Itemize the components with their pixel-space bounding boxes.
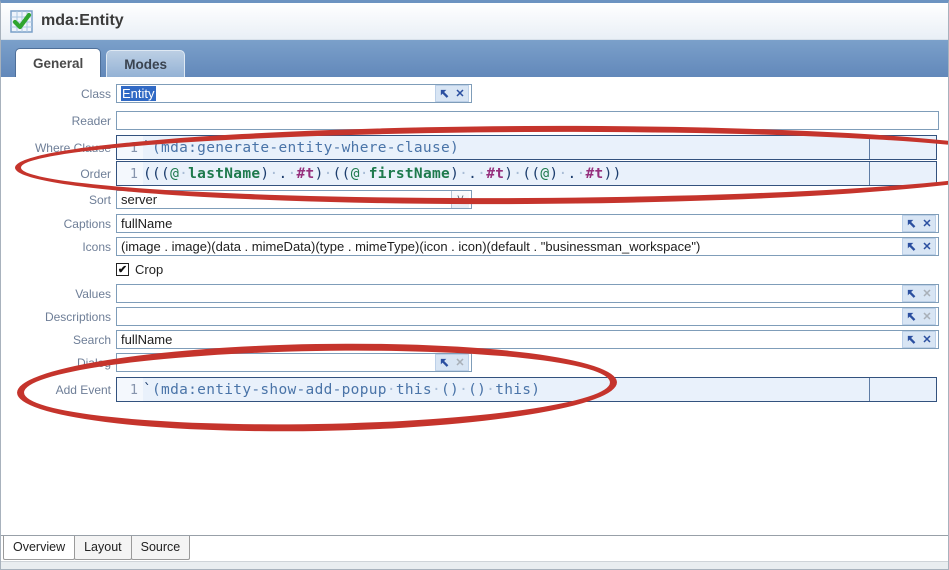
search-input[interactable]: fullName ✕ bbox=[116, 330, 939, 349]
sort-label: Sort bbox=[1, 193, 116, 207]
order-label: Order bbox=[1, 167, 116, 181]
row-crop: Crop bbox=[1, 262, 948, 277]
entity-check-icon bbox=[10, 10, 33, 33]
top-tab-band: General Modes bbox=[1, 40, 948, 77]
reader-input[interactable] bbox=[116, 111, 939, 130]
class-value-selected: Entity bbox=[121, 86, 156, 101]
line-number: 1 bbox=[117, 378, 143, 401]
row-icons: Icons (image . image)(data . mimeData)(t… bbox=[1, 237, 948, 256]
where-clause-code: `(mda:generate-entity-where-clause) bbox=[143, 140, 459, 156]
class-input[interactable]: Entity ✕ bbox=[116, 84, 472, 103]
values-input[interactable]: ✕ bbox=[116, 284, 939, 303]
x-clear-icon[interactable]: ✕ bbox=[452, 355, 468, 370]
row-sort: Sort server ᐯ bbox=[1, 190, 948, 209]
add-event-label: Add Event bbox=[1, 383, 116, 397]
editor-divider bbox=[869, 378, 870, 401]
row-where-clause: Where Clause 1 `(mda:generate-entity-whe… bbox=[1, 135, 948, 160]
sort-select[interactable]: server ᐯ bbox=[116, 190, 472, 209]
crop-label: Crop bbox=[135, 262, 163, 277]
dialog-input[interactable]: ✕ bbox=[116, 353, 472, 372]
row-values: Values ✕ bbox=[1, 284, 948, 303]
where-clause-editor[interactable]: 1 `(mda:generate-entity-where-clause) bbox=[116, 135, 937, 160]
captions-buttons: ✕ bbox=[902, 215, 936, 232]
bottom-tabs: Overview Layout Source bbox=[3, 536, 189, 560]
dialog-buttons: ✕ bbox=[435, 354, 469, 371]
order-code: (((@·lastName)·.·#t)·((@·firstName)·.·#t… bbox=[143, 166, 622, 182]
tab-layout[interactable]: Layout bbox=[74, 536, 132, 560]
title-bar: mda:Entity bbox=[1, 3, 948, 40]
values-label: Values bbox=[1, 287, 116, 301]
tab-general[interactable]: General bbox=[15, 48, 101, 77]
icons-label: Icons bbox=[1, 240, 116, 254]
captions-input[interactable]: fullName ✕ bbox=[116, 214, 939, 233]
x-clear-icon[interactable]: ✕ bbox=[919, 332, 935, 347]
entity-editor-window: mda:Entity General Modes Class Entity ✕ … bbox=[0, 0, 949, 570]
row-dialog: Dialog ✕ bbox=[1, 353, 948, 372]
add-event-code: `(mda:entity-show-add-popup·this·()·()·t… bbox=[143, 382, 540, 398]
tab-source[interactable]: Source bbox=[131, 536, 191, 560]
arrow-pick-icon[interactable] bbox=[903, 239, 919, 254]
row-class: Class Entity ✕ bbox=[1, 84, 948, 103]
descriptions-buttons: ✕ bbox=[902, 308, 936, 325]
tab-modes[interactable]: Modes bbox=[106, 50, 185, 77]
arrow-pick-icon[interactable] bbox=[903, 216, 919, 231]
descriptions-input[interactable]: ✕ bbox=[116, 307, 939, 326]
arrow-pick-icon[interactable] bbox=[903, 332, 919, 347]
icons-input[interactable]: (image . image)(data . mimeData)(type . … bbox=[116, 237, 939, 256]
row-search: Search fullName ✕ bbox=[1, 330, 948, 349]
x-clear-icon[interactable]: ✕ bbox=[919, 286, 935, 301]
window-title: mda:Entity bbox=[41, 12, 124, 30]
checkbox-checked[interactable] bbox=[116, 263, 129, 276]
editor-divider bbox=[869, 136, 870, 159]
dialog-label: Dialog bbox=[1, 356, 116, 370]
arrow-pick-icon[interactable] bbox=[436, 86, 452, 101]
search-label: Search bbox=[1, 333, 116, 347]
arrow-pick-icon[interactable] bbox=[903, 309, 919, 324]
arrow-pick-icon[interactable] bbox=[903, 286, 919, 301]
where-clause-label: Where Clause bbox=[1, 141, 116, 155]
add-event-editor[interactable]: 1 `(mda:entity-show-add-popup·this·()·()… bbox=[116, 377, 937, 402]
row-add-event: Add Event 1 `(mda:entity-show-add-popup·… bbox=[1, 377, 948, 402]
line-number: 1 bbox=[117, 162, 143, 185]
row-reader: Reader bbox=[1, 111, 948, 130]
icons-value: (image . image)(data . mimeData)(type . … bbox=[121, 239, 700, 254]
chevron-down-icon[interactable]: ᐯ bbox=[451, 191, 469, 208]
reader-label: Reader bbox=[1, 114, 116, 128]
order-editor[interactable]: 1 (((@·lastName)·.·#t)·((@·firstName)·.·… bbox=[116, 161, 937, 186]
search-buttons: ✕ bbox=[902, 331, 936, 348]
search-value: fullName bbox=[121, 332, 172, 347]
values-buttons: ✕ bbox=[902, 285, 936, 302]
tab-overview[interactable]: Overview bbox=[3, 536, 75, 560]
captions-label: Captions bbox=[1, 217, 116, 231]
x-clear-icon[interactable]: ✕ bbox=[919, 239, 935, 254]
class-label: Class bbox=[1, 87, 116, 101]
icons-buttons: ✕ bbox=[902, 238, 936, 255]
row-captions: Captions fullName ✕ bbox=[1, 214, 948, 233]
line-number: 1 bbox=[117, 136, 143, 159]
captions-value: fullName bbox=[121, 216, 172, 231]
x-clear-icon[interactable]: ✕ bbox=[919, 216, 935, 231]
editor-divider bbox=[869, 162, 870, 185]
descriptions-label: Descriptions bbox=[1, 310, 116, 324]
x-clear-icon[interactable]: ✕ bbox=[919, 309, 935, 324]
bottom-bar: Overview Layout Source bbox=[1, 535, 948, 569]
row-order: Order 1 (((@·lastName)·.·#t)·((@·firstNa… bbox=[1, 161, 948, 186]
sort-value: server bbox=[121, 192, 157, 207]
form-content: Class Entity ✕ Reader Where Clause 1 `(m… bbox=[1, 84, 948, 545]
x-clear-icon[interactable]: ✕ bbox=[452, 86, 468, 101]
row-descriptions: Descriptions ✕ bbox=[1, 307, 948, 326]
bottom-strip bbox=[1, 561, 948, 569]
class-buttons: ✕ bbox=[435, 85, 469, 102]
arrow-pick-icon[interactable] bbox=[436, 355, 452, 370]
